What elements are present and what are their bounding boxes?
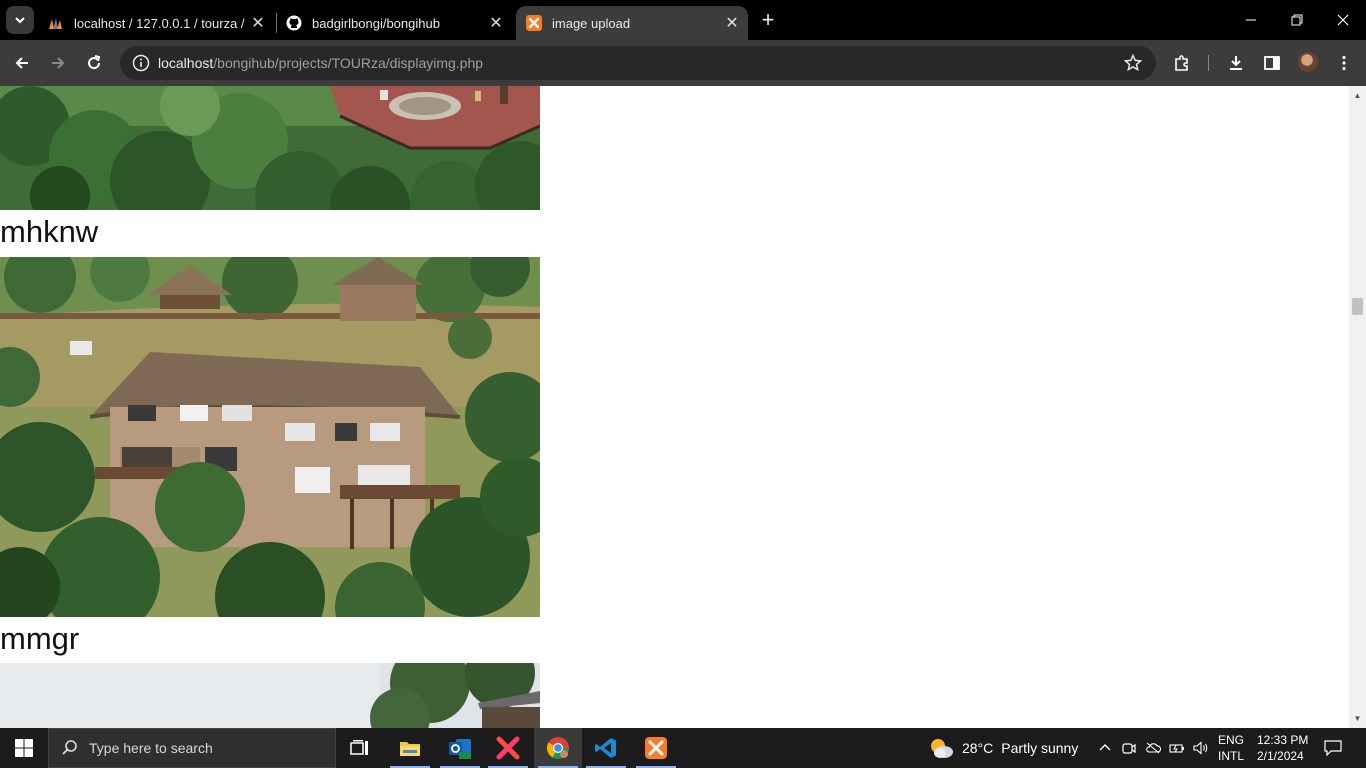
image-caption: mmgr: [0, 621, 80, 656]
downloads-button[interactable]: [1224, 51, 1248, 75]
task-view-icon: [350, 740, 368, 755]
tab-phpmyadmin[interactable]: localhost / 127.0.0.1 / tourza / r ✕: [38, 6, 274, 40]
notification-icon: [1324, 740, 1342, 756]
github-icon: [286, 15, 302, 31]
clock-date: 2/1/2024: [1257, 749, 1304, 763]
image-caption: mhknw: [0, 214, 99, 249]
forward-button[interactable]: [46, 51, 70, 75]
scroll-up-icon[interactable]: ▲: [1352, 90, 1363, 101]
url-text[interactable]: localhost/bongihub/projects/TOURza/displ…: [158, 55, 483, 71]
extensions-button[interactable]: [1170, 51, 1194, 75]
xmind-button[interactable]: [484, 728, 532, 768]
back-button[interactable]: [10, 51, 34, 75]
close-icon[interactable]: ✕: [248, 13, 268, 33]
profile-avatar[interactable]: [1298, 52, 1318, 72]
chrome-icon: [547, 737, 569, 759]
language-code: ENG: [1217, 733, 1244, 747]
url-host: localhost: [158, 55, 214, 71]
outlook-button[interactable]: [436, 728, 484, 768]
onedrive-button[interactable]: [1142, 728, 1164, 768]
more-vert-icon: [1342, 55, 1346, 71]
weather-temperature: 28°C: [962, 740, 994, 756]
close-icon[interactable]: ✕: [486, 13, 506, 33]
puzzle-icon: [1175, 55, 1188, 71]
tab-search-button[interactable]: [6, 6, 34, 34]
toolbar-divider: [1208, 55, 1209, 71]
new-tab-button[interactable]: +: [756, 9, 780, 33]
show-hidden-icons-button[interactable]: [1094, 728, 1116, 768]
info-icon[interactable]: [132, 54, 150, 72]
address-bar[interactable]: localhost/bongihub/projects/TOURza/displ…: [120, 46, 1156, 80]
keyboard-layout: INTL: [1217, 749, 1244, 763]
bookmark-star-icon[interactable]: [1124, 54, 1142, 72]
page-viewport: mhknw mmgr: [0, 86, 1349, 728]
page-scrollbar[interactable]: ▲ ▼: [1349, 86, 1366, 728]
reload-button[interactable]: [82, 51, 106, 75]
weather-widget[interactable]: 28°C Partly sunny: [928, 728, 1078, 768]
input-language-button[interactable]: ENG INTL: [1214, 732, 1248, 764]
tab-title: image upload: [552, 15, 631, 31]
restore-button[interactable]: [1274, 0, 1320, 40]
vscode-button[interactable]: [582, 728, 630, 768]
tab-github[interactable]: badgirlbongi/bongihub ✕: [276, 6, 512, 40]
browser-toolbar: localhost/bongihub/projects/TOURza/displ…: [0, 40, 1366, 86]
xampp-button[interactable]: [632, 728, 680, 768]
outlook-icon: [449, 739, 471, 759]
close-icon: [1337, 14, 1349, 26]
tab-title: localhost / 127.0.0.1 / tourza / r: [74, 15, 248, 31]
close-window-button[interactable]: [1320, 0, 1366, 40]
chevron-up-icon: [1099, 744, 1111, 751]
tab-title: badgirlbongi/bongihub: [312, 15, 440, 31]
windows-taskbar: Type here to search 28°C Partly sunny EN…: [0, 728, 1366, 768]
camera-icon: [1122, 743, 1136, 754]
scrollbar-thumb[interactable]: [1352, 298, 1363, 315]
start-button[interactable]: [0, 728, 48, 768]
tab-strip: localhost / 127.0.0.1 / tourza / r ✕ bad…: [0, 0, 1366, 40]
task-view-button[interactable]: [336, 728, 384, 768]
uploaded-image: [0, 86, 540, 210]
volume-button[interactable]: [1190, 728, 1212, 768]
notifications-button[interactable]: [1318, 728, 1348, 768]
tab-image-upload[interactable]: image upload ✕: [516, 6, 748, 40]
battery-charging-icon: [1169, 744, 1184, 753]
minimize-icon: [1246, 19, 1256, 21]
chevron-down-icon: [15, 17, 25, 24]
menu-button[interactable]: [1332, 51, 1356, 75]
side-panel-icon: [1264, 56, 1280, 70]
uploaded-image: [0, 257, 540, 617]
uploaded-image: [0, 663, 540, 728]
clock-button[interactable]: 12:33 PM 2/1/2024: [1257, 732, 1317, 764]
meet-now-button[interactable]: [1118, 728, 1140, 768]
arrow-left-icon: [15, 57, 28, 69]
cloud-offline-icon: [1146, 742, 1161, 754]
reload-icon: [88, 55, 101, 70]
clock-time: 12:33 PM: [1257, 733, 1309, 747]
file-explorer-button[interactable]: [386, 728, 434, 768]
xampp-icon: [645, 737, 667, 759]
side-panel-button[interactable]: [1260, 51, 1284, 75]
chrome-button[interactable]: [534, 728, 582, 768]
battery-button[interactable]: [1166, 728, 1188, 768]
download-icon: [1230, 56, 1242, 70]
weather-condition: Partly sunny: [1001, 740, 1079, 756]
file-explorer-icon: [400, 742, 420, 756]
scroll-down-icon[interactable]: ▼: [1352, 713, 1363, 724]
partly-sunny-icon: [931, 739, 953, 758]
close-icon[interactable]: ✕: [722, 13, 742, 33]
url-path: /bongihub/projects/TOURza/displayimg.php: [213, 55, 484, 71]
phpmyadmin-icon: [49, 18, 62, 29]
search-placeholder: Type here to search: [89, 740, 213, 756]
xampp-icon: [526, 15, 542, 31]
taskbar-search[interactable]: Type here to search: [48, 728, 336, 768]
speaker-icon: [1193, 741, 1208, 755]
search-icon: [62, 740, 77, 755]
vscode-icon: [595, 738, 616, 758]
restore-icon: [1291, 14, 1303, 26]
arrow-right-icon: [52, 57, 65, 69]
windows-logo-icon: [15, 739, 33, 757]
minimize-button[interactable]: [1228, 0, 1274, 40]
xmind-icon: [496, 736, 520, 760]
